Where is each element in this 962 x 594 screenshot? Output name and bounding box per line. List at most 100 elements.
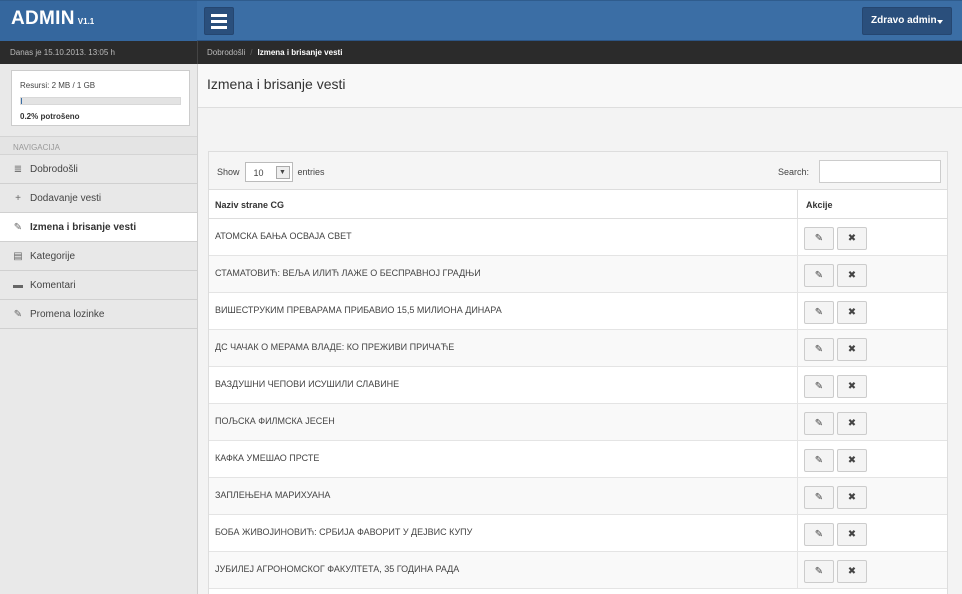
divider bbox=[197, 41, 198, 64]
delete-button[interactable]: ✖ bbox=[837, 523, 867, 546]
close-icon: ✖ bbox=[847, 455, 857, 466]
resources-label: Resursi: 2 MB / 1 GB bbox=[20, 81, 96, 90]
news-table-panel: Show 10 ▼ entries Search: Naziv strane C… bbox=[208, 151, 948, 594]
breadcrumb-current: Izmena i brisanje vesti bbox=[257, 48, 343, 57]
delete-button[interactable]: ✖ bbox=[837, 412, 867, 435]
edit-button[interactable]: ✎ bbox=[804, 523, 834, 546]
sub-bar: Danas je 15.10.2013. 13:05 h Dobrodošli /… bbox=[0, 41, 962, 64]
column-header-name[interactable]: Naziv strane CG bbox=[209, 190, 798, 218]
close-icon: ✖ bbox=[847, 529, 857, 540]
news-title-cell: АТОМСКА БАЊА ОСВАЈА СВЕТ bbox=[209, 219, 798, 255]
sidebar-item-label: Izmena i brisanje vesti bbox=[30, 221, 137, 233]
sidebar-item[interactable]: + Dodavanje vesti bbox=[0, 184, 197, 213]
edit-button[interactable]: ✎ bbox=[804, 486, 834, 509]
sidebar-item[interactable]: ▤ Kategorije bbox=[0, 242, 197, 271]
entries-label: entries bbox=[297, 167, 325, 177]
table-body: АТОМСКА БАЊА ОСВАЈА СВЕТ ✎ ✖ СТАМАТОВИЋ: ВЕ… bbox=[209, 219, 947, 589]
delete-button[interactable]: ✖ bbox=[837, 338, 867, 361]
actions-cell: ✎ ✖ bbox=[798, 552, 867, 588]
sidebar-item[interactable]: ▬ Komentari bbox=[0, 271, 197, 300]
chevron-down-icon: ▼ bbox=[275, 166, 290, 179]
delete-button[interactable]: ✖ bbox=[837, 301, 867, 324]
close-icon: ✖ bbox=[847, 270, 857, 281]
table-icon: ▤ bbox=[13, 250, 23, 262]
edit-icon: ✎ bbox=[814, 566, 824, 577]
actions-cell: ✎ ✖ bbox=[798, 478, 867, 514]
close-icon: ✖ bbox=[847, 418, 857, 429]
table-row: КАФКА УМЕШАО ПРСТЕ ✎ ✖ bbox=[209, 441, 947, 478]
hamburger-icon-line bbox=[211, 25, 227, 29]
resources-widget: Resursi: 2 MB / 1 GB 0.2% potrošeno bbox=[11, 70, 190, 126]
edit-button[interactable]: ✎ bbox=[804, 301, 834, 324]
breadcrumb-separator: / bbox=[250, 48, 253, 57]
user-menu-button[interactable]: Zdravo admin bbox=[862, 7, 952, 35]
page-title: Izmena i brisanje vesti bbox=[198, 64, 962, 108]
show-label: Show bbox=[217, 167, 240, 177]
edit-button[interactable]: ✎ bbox=[804, 560, 834, 583]
edit-button[interactable]: ✎ bbox=[804, 264, 834, 287]
breadcrumb-home-link[interactable]: Dobrodošli bbox=[207, 48, 245, 57]
page-size-select[interactable]: 10 ▼ bbox=[244, 162, 293, 182]
menu-toggle-button[interactable] bbox=[204, 7, 234, 35]
sidebar-item-label: Dobrodošli bbox=[30, 163, 78, 175]
edit-button[interactable]: ✎ bbox=[804, 412, 834, 435]
actions-cell: ✎ ✖ bbox=[798, 367, 867, 403]
table-controls: Show 10 ▼ entries Search: bbox=[209, 152, 947, 190]
sidebar-item-label: Dodavanje vesti bbox=[30, 192, 102, 204]
table-row: ЈУБИЛЕЈ АГРОНОМСКОГ ФАКУЛТЕТА, 35 ГОДИНА… bbox=[209, 552, 947, 589]
actions-cell: ✎ ✖ bbox=[798, 330, 867, 366]
edit-button[interactable]: ✎ bbox=[804, 227, 834, 250]
brand-name: ADMIN bbox=[11, 8, 75, 29]
actions-cell: ✎ ✖ bbox=[798, 293, 867, 329]
delete-button[interactable]: ✖ bbox=[837, 375, 867, 398]
sidebar-item[interactable]: ✎ Izmena i brisanje vesti bbox=[0, 213, 197, 242]
delete-button[interactable]: ✖ bbox=[837, 560, 867, 583]
top-bar: ADMIN V1.1 Zdravo admin bbox=[0, 0, 962, 41]
delete-button[interactable]: ✖ bbox=[837, 227, 867, 250]
brand-logo[interactable]: ADMIN V1.1 bbox=[0, 1, 197, 41]
page-size-control: Show 10 ▼ entries bbox=[217, 162, 325, 182]
nav-heading: NAVIGACIJA bbox=[0, 136, 197, 155]
user-menu-label: Zdravo admin bbox=[871, 15, 937, 26]
sidebar-item[interactable]: ✎ Promena lozinke bbox=[0, 300, 197, 329]
edit-icon: ✎ bbox=[814, 381, 824, 392]
actions-cell: ✎ ✖ bbox=[798, 441, 867, 477]
edit-icon: ✎ bbox=[13, 221, 23, 233]
caret-down-icon bbox=[937, 20, 943, 24]
actions-cell: ✎ ✖ bbox=[798, 256, 867, 292]
close-icon: ✖ bbox=[847, 233, 857, 244]
delete-button[interactable]: ✖ bbox=[837, 449, 867, 472]
edit-button[interactable]: ✎ bbox=[804, 449, 834, 472]
nav-list: ≣ Dobrodošli + Dodavanje vesti ✎ Izmena i bri… bbox=[0, 155, 197, 329]
edit-icon: ✎ bbox=[814, 529, 824, 540]
sidebar-item[interactable]: ≣ Dobrodošli bbox=[0, 155, 197, 184]
table-row: ДС ЧАЧАК О МЕРАМА ВЛАДЕ: КО ПРЕЖИВИ ПРИЧ… bbox=[209, 330, 947, 367]
news-title-cell: ПОЉСКА ФИЛМСКА ЈЕСЕН bbox=[209, 404, 798, 440]
delete-button[interactable]: ✖ bbox=[837, 486, 867, 509]
table-header: Naziv strane CG Akcije bbox=[209, 190, 947, 219]
news-title-cell: ДС ЧАЧАК О МЕРАМА ВЛАДЕ: КО ПРЕЖИВИ ПРИЧ… bbox=[209, 330, 798, 366]
news-title-cell: ЈУБИЛЕЈ АГРОНОМСКОГ ФАКУЛТЕТА, 35 ГОДИНА… bbox=[209, 552, 798, 588]
edit-button[interactable]: ✎ bbox=[804, 375, 834, 398]
edit-button[interactable]: ✎ bbox=[804, 338, 834, 361]
actions-cell: ✎ ✖ bbox=[798, 404, 867, 440]
news-title-cell: КАФКА УМЕШАО ПРСТЕ bbox=[209, 441, 798, 477]
hamburger-icon-line bbox=[211, 13, 227, 17]
search-input[interactable] bbox=[819, 160, 941, 183]
list-icon: ≣ bbox=[13, 163, 23, 175]
table-row: ВАЗДУШНИ ЧЕПОВИ ИСУШИЛИ СЛАВИНЕ ✎ ✖ bbox=[209, 367, 947, 404]
page-size-value: 10 bbox=[253, 168, 264, 178]
search-label: Search: bbox=[777, 166, 809, 177]
main-content: Izmena i brisanje vesti Show 10 ▼ entrie… bbox=[198, 64, 962, 594]
news-title-cell: БОБА ЖИВОЈИНОВИЋ: СРБИЈА ФАВОРИТ У ДЕЈВИ… bbox=[209, 515, 798, 551]
resources-progress-bar bbox=[20, 97, 181, 105]
close-icon: ✖ bbox=[847, 344, 857, 355]
table-row: БОБА ЖИВОЈИНОВИЋ: СРБИЈА ФАВОРИТ У ДЕЈВИ… bbox=[209, 515, 947, 552]
close-icon: ✖ bbox=[847, 381, 857, 392]
plus-icon: + bbox=[15, 192, 21, 204]
news-title-cell: ВАЗДУШНИ ЧЕПОВИ ИСУШИЛИ СЛАВИНЕ bbox=[209, 367, 798, 403]
edit-icon: ✎ bbox=[814, 233, 824, 244]
close-icon: ✖ bbox=[847, 566, 857, 577]
news-title-cell: ВИШЕСТРУКИМ ПРЕВАРАМА ПРИБАВИО 15,5 МИЛИ… bbox=[209, 293, 798, 329]
delete-button[interactable]: ✖ bbox=[837, 264, 867, 287]
